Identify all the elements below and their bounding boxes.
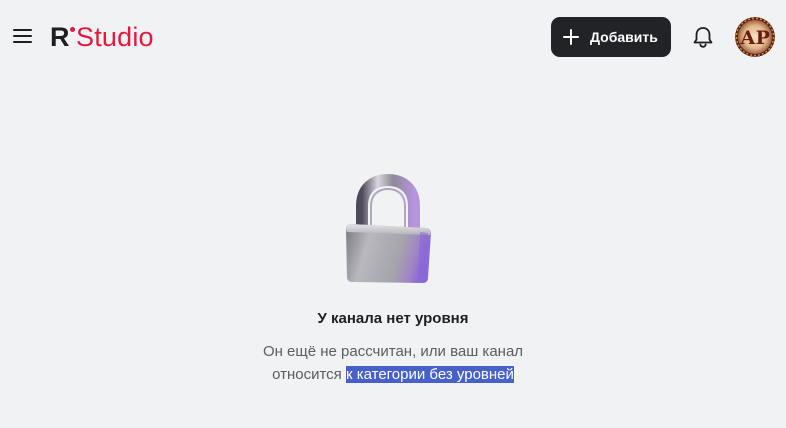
empty-state-description: Он ещё не рассчитан, или ваш канал относ… xyxy=(0,340,786,386)
logo-r: R xyxy=(50,22,70,52)
avatar-initials: АР xyxy=(740,27,770,49)
user-avatar[interactable]: АР xyxy=(735,17,775,57)
description-line-1: Он ещё не рассчитан, или ваш канал xyxy=(262,343,524,360)
selected-text: к категории без уровней xyxy=(345,366,514,383)
add-button-label: Добавить xyxy=(590,29,658,45)
hamburger-menu-icon[interactable] xyxy=(10,26,36,48)
add-button[interactable]: Добавить xyxy=(551,17,671,57)
description-line-2: относится к категории без уровней xyxy=(0,363,786,386)
description-line-2-prefix: относится xyxy=(272,366,346,383)
bell-icon[interactable] xyxy=(690,24,716,50)
top-bar: R Studio Добавить АР xyxy=(0,0,786,74)
rstudio-logo[interactable]: R Studio xyxy=(50,20,154,54)
empty-state-title: У канала нет уровня xyxy=(317,310,469,327)
logo-dot xyxy=(70,27,75,32)
logo-studio: Studio xyxy=(76,22,154,52)
plus-icon xyxy=(563,29,579,45)
padlock-icon xyxy=(330,172,440,290)
